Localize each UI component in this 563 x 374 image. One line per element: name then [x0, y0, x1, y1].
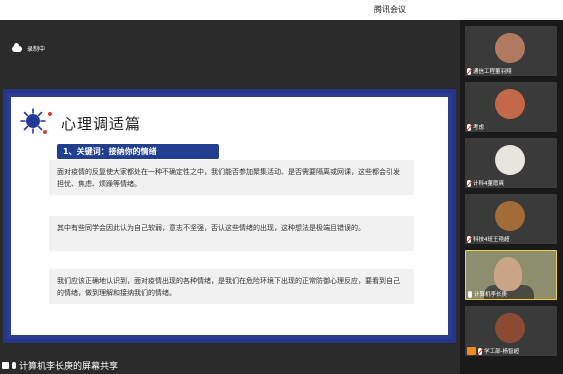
virus-icon [20, 108, 46, 134]
participant-tile[interactable]: 计科4董愿爽 [465, 138, 557, 188]
slide-frame: 心理调适篇 1、关键词：接纳你的情绪 面对疫情的反复使大家都处在一种不确定性之中… [3, 89, 456, 343]
participant-name: 计算机李长庚 [474, 292, 508, 298]
window-titlebar: 腾讯会议 [0, 0, 563, 20]
microphone-icon [468, 290, 472, 298]
participant-name: 科技4班王艳超 [473, 237, 510, 243]
avatar [495, 33, 525, 63]
participant-name-row: 学工部-杨智超 [478, 347, 519, 355]
avatar [495, 201, 525, 231]
microphone-muted-icon [467, 67, 471, 75]
avatar [495, 145, 525, 175]
microphone-muted-icon [467, 123, 471, 131]
keyword-text: 1、关键词：接纳你的情绪 [63, 147, 157, 156]
cloud-icon [12, 42, 22, 52]
decor-dot [43, 130, 47, 134]
participant-tile-active-speaker[interactable]: 计算机李长庚 [465, 250, 557, 300]
decor-dot [48, 112, 52, 116]
participant-name: 考虑 [473, 125, 485, 131]
participant-name: 学工部-杨智超 [484, 349, 519, 355]
host-badge-icon [467, 347, 476, 355]
screen-share-label: 计算机李长庚的屏幕共享 [2, 359, 118, 372]
slide-paragraph: 面对疫情的反复使大家都处在一种不确定性之中，我们能否参加聚集活动、是否需要隔离或… [49, 160, 414, 195]
participant-tile[interactable]: 考虑 [465, 82, 557, 132]
participant-name: 计科4董愿爽 [473, 181, 504, 187]
participant-name-row: 计算机李长庚 [468, 290, 507, 298]
microphone-muted-icon [467, 179, 471, 187]
participant-name: 通信工程董羽翔 [473, 69, 512, 75]
participant-tile[interactable]: 学工部-杨智超 [465, 306, 557, 356]
window-title: 腾讯会议 [374, 5, 406, 14]
slide: 心理调适篇 1、关键词：接纳你的情绪 面对疫情的反复使大家都处在一种不确定性之中… [11, 97, 448, 335]
participant-name-row: 通信工程董羽翔 [467, 67, 512, 75]
microphone-muted-icon [478, 347, 482, 355]
screen-share-owner: 计算机李长庚的屏幕共享 [19, 362, 119, 372]
microphone-icon [12, 362, 16, 369]
participant-tile[interactable]: 通信工程董羽翔 [465, 26, 557, 76]
keyword-banner: 1、关键词：接纳你的情绪 [57, 144, 219, 159]
avatar [495, 89, 525, 119]
recording-label: 录制中 [27, 46, 46, 53]
avatar [495, 313, 525, 343]
shared-screen-area[interactable]: 录制中 心理调适篇 1、关键词：接纳你的情绪 面对疫情的反复使大家都处在一种不确… [0, 20, 460, 374]
slide-title: 心理调适篇 [61, 115, 142, 133]
participant-name-row: 科技4班王艳超 [467, 235, 510, 243]
recording-indicator[interactable]: 录制中 [12, 42, 46, 53]
participant-name-row: 考虑 [467, 123, 484, 131]
slide-paragraph: 我们应该正确地认识到，面对疫情出现的各种情绪，是我们在危险环境下出现的正常防御心… [49, 269, 414, 304]
participant-tile[interactable]: 科技4班王艳超 [465, 194, 557, 244]
video-feed-person [494, 257, 522, 291]
screen-share-icon [2, 362, 9, 369]
microphone-muted-icon [467, 235, 471, 243]
participants-panel[interactable]: 通信工程董羽翔 考虑 计科4董愿爽 科技4班王艳超 计算机李长庚 学工部-杨智超 [460, 20, 563, 374]
slide-paragraph: 其中有些同学会因此认为自己软弱，意志不坚强，否认这些情绪的出现，这种想法是极端且… [49, 216, 414, 251]
participant-name-row: 计科4董愿爽 [467, 179, 504, 187]
